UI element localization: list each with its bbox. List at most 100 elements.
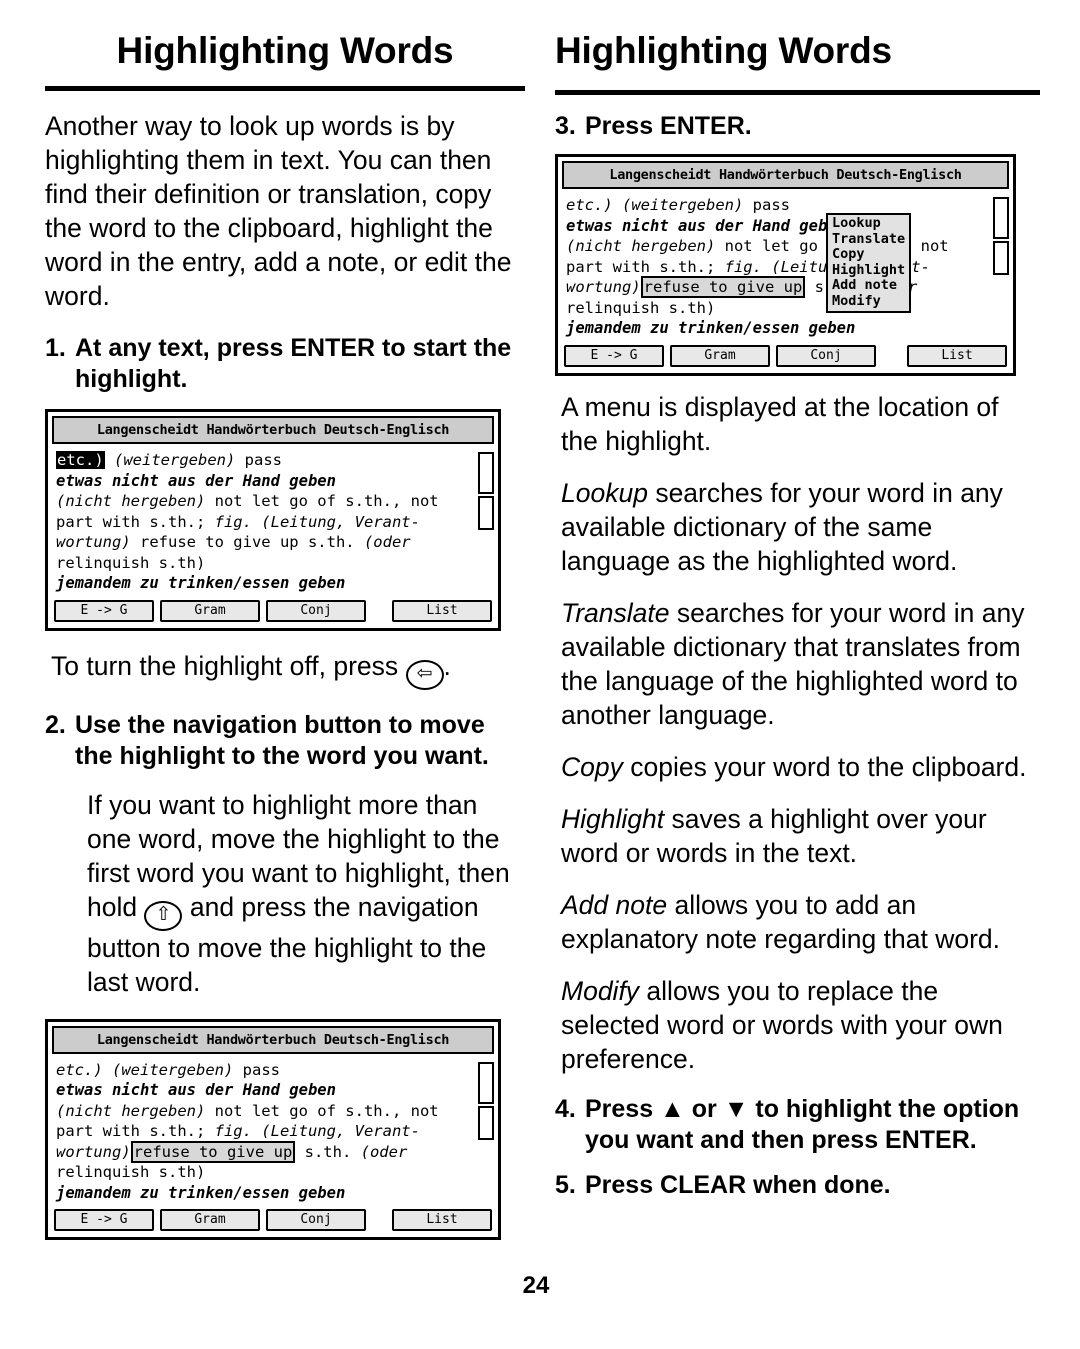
step-2: 2. Use the navigation button to move the… [45, 710, 525, 772]
device-line-3b: not let go of s.th., not [205, 492, 439, 510]
menu-note: A menu is displayed at the location of t… [561, 391, 999, 456]
device-button-bar-3: E -> G Gram Conj List [558, 341, 1013, 373]
intro-paragraph: Another way to look up words is by highl… [45, 111, 512, 311]
device-button-bar-2: E -> G Gram Conj List [48, 1205, 498, 1237]
device-line-7: jemandem zu trinken/essen geben [56, 574, 346, 592]
device-screenshot-2: Langenscheidt Handwörterbuch Deutsch-Eng… [45, 1018, 501, 1240]
device-line-3a: (nicht hergeben) [56, 492, 206, 510]
step-3-number: 3. [555, 112, 576, 140]
copy-label: Copy [561, 751, 623, 782]
turn-off-highlight-note: To turn the highlight off, press ⇦. [51, 649, 525, 690]
scroll-indicator-2[interactable] [478, 496, 494, 530]
button-list[interactable]: List [392, 599, 492, 622]
device-line-5: wortung) refuse to give up s.th. (oder [56, 532, 492, 553]
device-line-4a: part with s.th.; [56, 512, 215, 531]
step-4-text: Press ▲ or ▼ to highlight the option you… [585, 1094, 1020, 1154]
device-line-5a: wortung) [56, 533, 131, 551]
device3-line-1c: pass [743, 196, 790, 214]
device3-line-3: (nicht hergeben) not let go of s.th., no… [566, 236, 1007, 257]
button-gram-3[interactable]: Gram [670, 344, 770, 367]
device2-line-5d: (oder [360, 1142, 408, 1161]
lookup-paragraph: Lookup searches for your word in any ava… [561, 476, 1040, 578]
modify-paragraph: Modify allows you to replace the selecte… [561, 974, 1040, 1076]
context-menu[interactable]: Lookup Translate Copy Highlight Add note… [826, 213, 912, 313]
device-line-2: etwas nicht aus der Hand geben [56, 471, 336, 490]
button-list-2[interactable]: List [392, 1209, 492, 1231]
button-conj-3[interactable]: Conj [776, 344, 876, 367]
step-2-body: If you want to highlight more than one w… [87, 788, 525, 999]
step-1: 1. At any text, press ENTER to start the… [45, 333, 525, 395]
scroll-indicator-5[interactable] [993, 197, 1009, 239]
menu-item-add-note[interactable]: Add note [830, 277, 907, 294]
button-conj[interactable]: Conj [266, 599, 366, 622]
button-e-to-g-3[interactable]: E -> G [564, 344, 664, 367]
addnote-paragraph: Add note allows you to add an explanator… [561, 888, 1040, 956]
device3-line-4a: part with s.th.; [566, 257, 725, 276]
scroll-indicator-4[interactable] [478, 1105, 494, 1140]
manual-page: Highlighting Words Another way to look u… [0, 0, 1080, 1349]
highlight-label: Highlight [561, 803, 665, 834]
device-line-5b: refuse to give up [130, 533, 299, 551]
scroll-indicator-3[interactable] [478, 1061, 494, 1104]
page-number-value: 24 [522, 1272, 550, 1299]
menu-item-copy[interactable]: Copy [830, 246, 907, 263]
device-titlebar: Langenscheidt Handwörterbuch Deutsch-Eng… [52, 416, 494, 444]
device-line-1c: pass [235, 451, 282, 469]
device-titlebar-3: Langenscheidt Handwörterbuch Deutsch-Eng… [562, 161, 1009, 189]
translate-paragraph: Translate searches for your word in any … [561, 596, 1040, 732]
button-gram[interactable]: Gram [160, 599, 260, 622]
button-e-to-g-2[interactable]: E -> G [54, 1209, 154, 1231]
device2-line-3a: (nicht hergeben) [56, 1101, 206, 1120]
device3-line-5: wortung)refuse to give up s.th. (oder [566, 276, 1007, 298]
step-5-text: Press CLEAR when done. [585, 1170, 891, 1199]
device-button-bar: E -> G Gram Conj List [48, 596, 498, 628]
step-4-number: 4. [555, 1094, 576, 1123]
step-2-text: Use the navigation button to move the hi… [75, 710, 489, 770]
copy-text: copies your word to the clipboard. [622, 751, 1027, 782]
step-1-text: At any text, press ENTER to start the hi… [75, 334, 512, 393]
device3-line-2: etwas nicht aus der Hand geben [566, 216, 846, 235]
highlight-paragraph: Highlight saves a highlight over your wo… [561, 802, 1040, 870]
device-line-5d: (oder [363, 533, 411, 551]
device-text-area-3: etc.) (weitergeben) pass etwas nicht aus… [558, 189, 1013, 341]
step-4: 4. Press ▲ or ▼ to highlight the option … [555, 1094, 1040, 1156]
device2-line-4b: fig. (Leitung, Verant- [214, 1122, 420, 1140]
device-line-4b: fig. (Leitung, Verant- [214, 512, 420, 531]
menu-item-highlight[interactable]: Highlight [830, 262, 907, 279]
device2-line-5c: s.th. [295, 1142, 361, 1161]
device-line-3: (nicht hergeben) not let go of s.th., no… [56, 491, 492, 512]
scroll-indicator-6[interactable] [993, 241, 1009, 275]
menu-item-translate[interactable]: Translate [830, 231, 907, 248]
device2-line-1: etc.) (weitergeben) pass [56, 1060, 492, 1081]
shift-key-icon: ⇧ [144, 900, 183, 931]
button-gram-2[interactable]: Gram [160, 1209, 260, 1231]
device2-line-3b: not let go of s.th., not [205, 1101, 439, 1120]
button-e-to-g[interactable]: E -> G [54, 599, 154, 622]
page-number: 24 [0, 1272, 1080, 1300]
device2-line-6: relinquish s.th) [56, 1163, 206, 1181]
menu-item-modify[interactable]: Modify [830, 293, 907, 310]
device-line-1: etc.) (weitergeben) pass [56, 450, 492, 471]
step-2-number: 2. [45, 710, 66, 739]
back-arrow-key-icon: ⇦ [405, 659, 444, 690]
device2-line-7: jemandem zu trinken/essen geben [56, 1183, 346, 1202]
device3-line-1a: etc.) [566, 196, 613, 214]
device-line-4: part with s.th.; fig. (Leitung, Verant- [56, 512, 492, 533]
device3-line-4: part with s.th.; fig. (Leitung, Verant- [566, 257, 1007, 278]
scroll-indicator[interactable] [478, 452, 494, 494]
highlight-phrase-2: refuse to give up [640, 276, 806, 298]
title-rule-right [555, 90, 1040, 95]
step-3-text: Press ENTER. [585, 112, 752, 140]
device2-line-3: (nicht hergeben) not let go of s.th., no… [56, 1101, 492, 1122]
device2-line-1a: etc.) [56, 1060, 103, 1079]
menu-item-lookup[interactable]: Lookup [830, 215, 907, 232]
device2-line-5: wortung) refuse to give up s.th. (oder [56, 1140, 492, 1163]
highlight-token: etc.) [56, 451, 105, 469]
device3-line-6: relinquish s.th) [566, 298, 716, 317]
button-list-3[interactable]: List [907, 344, 1007, 367]
translate-label: Translate [561, 597, 670, 628]
device2-line-1b: (weitergeben) [102, 1060, 234, 1079]
button-conj-2[interactable]: Conj [266, 1209, 366, 1231]
copy-paragraph: Copy copies your word to the clipboard. [561, 750, 1040, 784]
page-title-right: Highlighting Words [555, 30, 892, 71]
